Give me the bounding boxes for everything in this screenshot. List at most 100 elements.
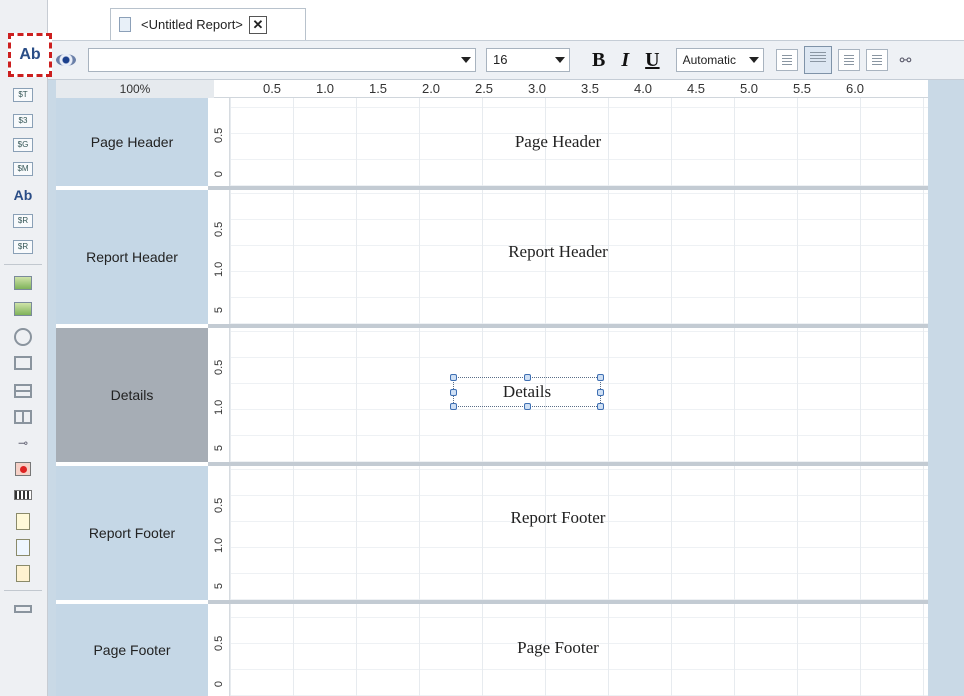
ruler-tick: 5 xyxy=(213,582,225,590)
resize-handle[interactable] xyxy=(450,374,457,381)
resize-handle[interactable] xyxy=(524,403,531,410)
vertical-line-icon xyxy=(14,410,32,424)
toolbox-rectangle-tool[interactable] xyxy=(8,352,38,374)
chart-icon xyxy=(14,302,32,316)
resize-handle[interactable] xyxy=(524,374,531,381)
band-label[interactable]: Report Footer xyxy=(56,466,208,600)
band-canvas[interactable]: Report Header xyxy=(230,190,928,324)
band-page-header[interactable]: Page Header 0.5 0 Page Header xyxy=(56,98,928,186)
toolbox-special-field-tool[interactable]: $R xyxy=(8,236,38,258)
toolbox-field-tool-1[interactable]: $T xyxy=(8,84,38,106)
ole-object-icon xyxy=(16,564,30,582)
align-center-button[interactable] xyxy=(803,46,832,74)
selected-tool-highlight[interactable]: Ab xyxy=(8,33,52,77)
ruler-tick: 4.0 xyxy=(633,81,653,96)
toolbox-link-tool[interactable]: ⊸ xyxy=(8,432,38,454)
eye-icon[interactable] xyxy=(56,54,76,66)
page-header-text[interactable]: Page Header xyxy=(515,132,601,152)
toolbox-record-tool[interactable] xyxy=(8,458,38,480)
report-header-text[interactable]: Report Header xyxy=(508,242,608,262)
resize-handle[interactable] xyxy=(450,389,457,396)
band-label[interactable]: Report Header xyxy=(56,190,208,324)
toolbox-field-tool-3[interactable]: $G xyxy=(8,134,38,156)
band-details[interactable]: Details 0.5 1.0 5 Details xyxy=(56,328,928,462)
ruler-tick: 1.5 xyxy=(368,81,388,96)
resize-handle[interactable] xyxy=(597,389,604,396)
vertical-ruler: 0.5 1.0 5 xyxy=(208,466,230,600)
bold-button[interactable]: B xyxy=(592,49,605,72)
toolbox-chart-tool[interactable] xyxy=(8,298,38,320)
toolbox-label-tool[interactable]: Ab xyxy=(8,184,38,206)
toolbox-rtf-tool[interactable] xyxy=(8,510,38,532)
vertical-ruler: 0.5 0 xyxy=(208,604,230,696)
field-3-icon: $3 xyxy=(13,114,33,128)
font-name-select[interactable] xyxy=(88,48,476,72)
align-right-button[interactable] xyxy=(837,49,860,71)
ruler-tick: 1.0 xyxy=(315,81,335,96)
toolbox-line-tool[interactable] xyxy=(8,598,38,620)
band-label[interactable]: Details xyxy=(56,328,208,462)
tab-untitled-report[interactable]: <Untitled Report> ✕ xyxy=(110,8,306,40)
ellipse-icon xyxy=(14,328,32,346)
ruler-tick: 5.0 xyxy=(739,81,759,96)
toolbox-barcode-tool[interactable] xyxy=(8,484,38,506)
details-text[interactable]: Details xyxy=(503,382,551,402)
document-icon xyxy=(16,512,30,530)
formula-icon: $R xyxy=(13,214,33,228)
resize-handle[interactable] xyxy=(597,374,604,381)
hyperlink-icon[interactable]: ⚯ xyxy=(900,52,912,69)
ruler-tick: 0 xyxy=(213,680,225,688)
band-report-footer[interactable]: Report Footer 0.5 1.0 5 Report Footer xyxy=(56,466,928,600)
label-ab-icon: Ab xyxy=(19,46,41,63)
underline-button[interactable]: U xyxy=(645,49,659,72)
band-page-footer[interactable]: Page Footer 0.5 0 Page Footer xyxy=(56,604,928,696)
font-color-select[interactable]: Automatic xyxy=(675,48,764,72)
font-size-select[interactable]: 16 xyxy=(486,48,570,72)
resize-handle[interactable] xyxy=(597,403,604,410)
band-label[interactable]: Page Footer xyxy=(56,604,208,696)
ruler-tick: 0 xyxy=(213,170,225,178)
toolbox-field-tool-4[interactable]: $M xyxy=(8,158,38,180)
page-footer-text[interactable]: Page Footer xyxy=(517,638,599,658)
band-canvas[interactable]: Details xyxy=(230,328,928,462)
band-label[interactable]: Page Header xyxy=(56,98,208,186)
left-gutter xyxy=(48,80,56,696)
ruler-tick: 0.5 xyxy=(213,127,225,143)
ruler-tick: 0.5 xyxy=(213,635,225,651)
right-gutter xyxy=(928,80,964,696)
toolbox-subreport-tool[interactable] xyxy=(8,272,38,294)
toolbox-ellipse-tool[interactable] xyxy=(8,326,38,348)
horizontal-ruler: 0.5 1.0 1.5 2.0 2.5 3.0 3.5 4.0 4.5 5.0 5.5 6.0 xyxy=(214,80,928,98)
band-canvas[interactable]: Report Footer xyxy=(230,466,928,600)
ruler-tick: 1.0 xyxy=(213,261,225,277)
tab-label: <Untitled Report> xyxy=(141,17,243,32)
ruler-tick: 2.0 xyxy=(421,81,441,96)
picture-icon xyxy=(16,538,30,556)
close-icon[interactable]: ✕ xyxy=(248,15,267,34)
italic-button[interactable]: I xyxy=(621,49,629,72)
toolbox-vline-tool[interactable] xyxy=(8,406,38,428)
toolbox-formula-tool[interactable]: $R xyxy=(8,210,38,232)
field-g-icon: $G xyxy=(13,138,33,152)
vertical-ruler: 0.5 1.0 5 xyxy=(208,190,230,324)
report-design-area: Page Header 0.5 0 Page Header Report Hea… xyxy=(56,98,928,696)
toolbox-picture-tool[interactable] xyxy=(8,536,38,558)
band-canvas[interactable]: Page Footer xyxy=(230,604,928,696)
ruler-tick: 0.5 xyxy=(213,497,225,513)
subreport-icon xyxy=(14,276,32,290)
band-report-header[interactable]: Report Header 0.5 1.0 5 Report Header xyxy=(56,190,928,324)
report-footer-text[interactable]: Report Footer xyxy=(511,508,606,528)
band-canvas[interactable]: Page Header xyxy=(230,98,928,186)
ruler-tick: 3.5 xyxy=(580,81,600,96)
ruler-tick: 5.5 xyxy=(792,81,812,96)
ruler-tick: 3.0 xyxy=(527,81,547,96)
ruler-tick: 0.5 xyxy=(262,81,282,96)
toolbox-hline-tool[interactable] xyxy=(8,380,38,402)
details-text-object-selected[interactable]: Details xyxy=(450,374,604,410)
toolbox-field-tool-2[interactable]: $3 xyxy=(8,110,38,132)
resize-handle[interactable] xyxy=(450,403,457,410)
ruler-tick: 0.5 xyxy=(213,221,225,237)
align-left-button[interactable] xyxy=(775,49,798,71)
align-justify-button[interactable] xyxy=(865,49,888,71)
toolbox-ole-tool[interactable] xyxy=(8,562,38,584)
